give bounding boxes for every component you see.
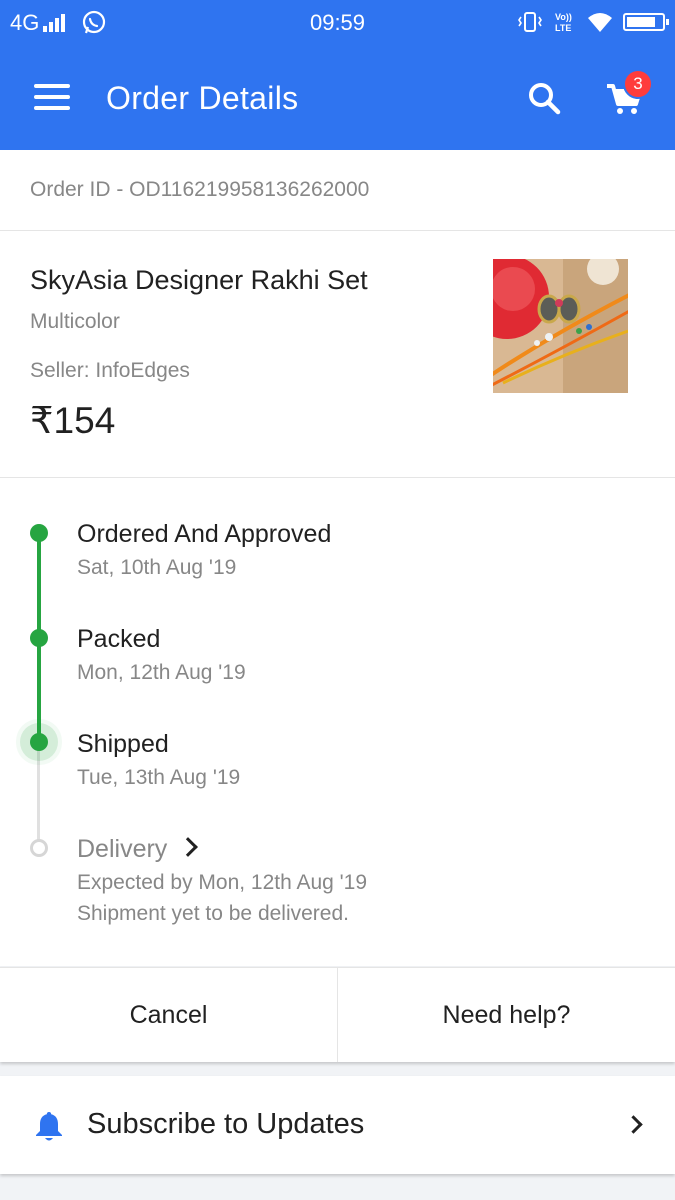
chevron-right-icon[interactable] bbox=[624, 1115, 643, 1134]
step-date-delivery: Expected by Mon, 12th Aug '19 bbox=[77, 871, 368, 894]
step-dot-shipped bbox=[30, 733, 48, 751]
product-color: Multicolor bbox=[30, 310, 120, 333]
step-dot-delivery bbox=[30, 839, 48, 857]
page-title: Order Details bbox=[106, 80, 299, 116]
step-date-packed: Mon, 12th Aug '19 bbox=[77, 661, 246, 684]
order-tracker: Ordered And Approved Sat, 10th Aug '19 P… bbox=[0, 478, 675, 966]
step-date-shipped: Tue, 13th Aug '19 bbox=[77, 766, 241, 789]
cart-count-badge[interactable]: 3 bbox=[623, 69, 653, 99]
battery-icon bbox=[623, 13, 669, 31]
step-dot-packed bbox=[30, 629, 48, 647]
volte-icon: Vo)) LTE bbox=[555, 12, 572, 33]
progress-line-pending bbox=[37, 742, 40, 848]
vibrate-icon bbox=[518, 12, 542, 32]
step-dot-ordered bbox=[30, 524, 48, 542]
step-note-delivery: Shipment yet to be delivered. bbox=[77, 902, 349, 925]
chevron-right-icon[interactable] bbox=[178, 837, 199, 857]
status-right: Vo)) LTE bbox=[517, 10, 669, 34]
app-bar: Order Details 3 bbox=[0, 46, 675, 150]
step-delivery-link[interactable]: Delivery bbox=[77, 835, 199, 864]
wifi-icon bbox=[588, 13, 612, 32]
search-icon[interactable] bbox=[526, 80, 562, 116]
step-title-shipped: Shipped bbox=[77, 730, 169, 758]
bell-icon bbox=[36, 1112, 62, 1141]
menu-icon[interactable] bbox=[34, 84, 70, 112]
product-card[interactable]: SkyAsia Designer Rakhi Set Multicolor Se… bbox=[0, 231, 675, 478]
svg-text:LTE: LTE bbox=[555, 23, 571, 33]
product-price: ₹154 bbox=[30, 400, 116, 441]
subscribe-label[interactable]: Subscribe to Updates bbox=[87, 1108, 364, 1141]
order-actions: Cancel Need help? bbox=[0, 967, 675, 1062]
status-bar: 4G 09:59 Vo)) LTE bbox=[0, 0, 675, 46]
step-title-packed: Packed bbox=[77, 625, 161, 653]
product-image[interactable] bbox=[493, 259, 628, 393]
order-id: Order ID - OD116219958136262000 bbox=[30, 178, 370, 201]
subscribe-updates-row[interactable]: Subscribe to Updates bbox=[0, 1076, 675, 1174]
svg-text:Vo)): Vo)) bbox=[555, 12, 572, 22]
step-title-ordered: Ordered And Approved bbox=[77, 520, 332, 548]
product-seller: Seller: InfoEdges bbox=[30, 359, 190, 382]
order-id-section: Order ID - OD116219958136262000 bbox=[0, 150, 675, 231]
step-date-ordered: Sat, 10th Aug '19 bbox=[77, 556, 237, 579]
product-name[interactable]: SkyAsia Designer Rakhi Set bbox=[30, 265, 368, 296]
step-title-delivery[interactable]: Delivery bbox=[77, 835, 167, 863]
cancel-button[interactable]: Cancel bbox=[0, 968, 338, 1062]
need-help-button[interactable]: Need help? bbox=[338, 968, 675, 1062]
